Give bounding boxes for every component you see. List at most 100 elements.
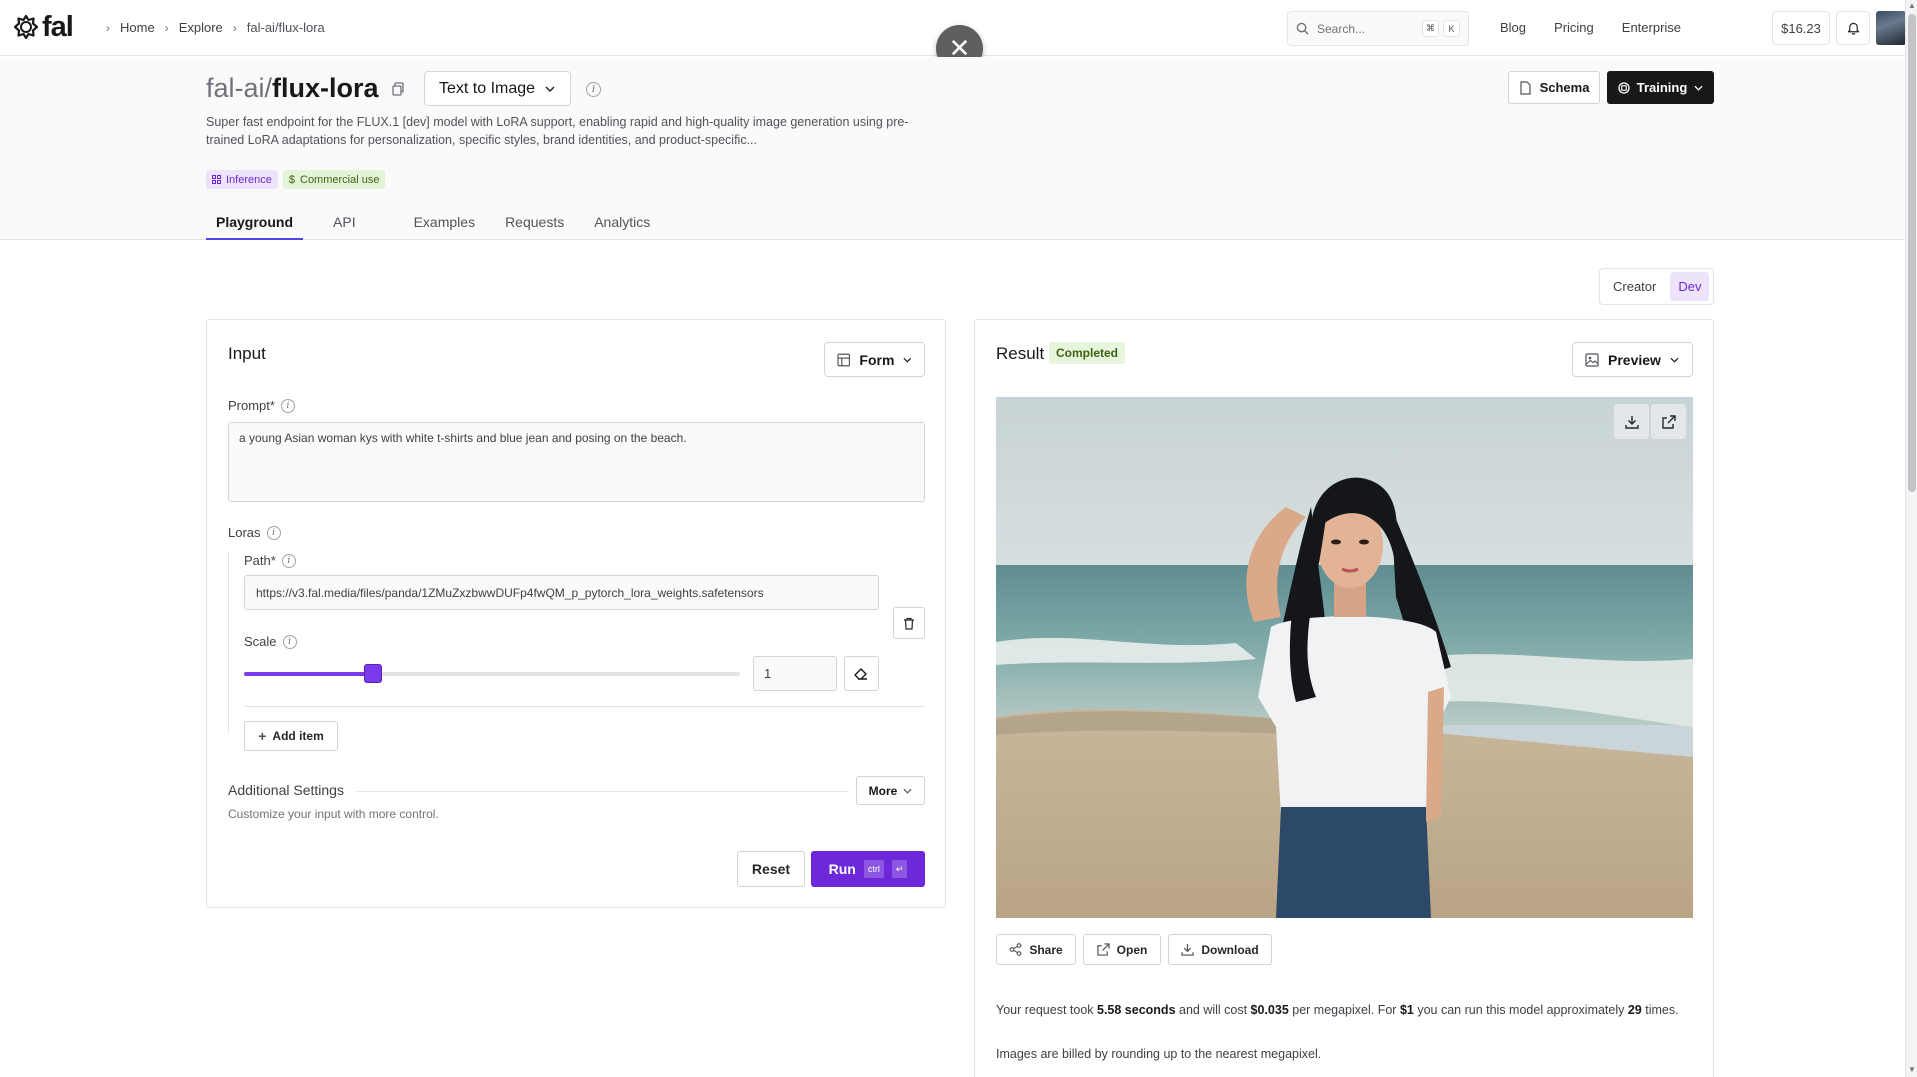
reset-button[interactable]: Reset (737, 851, 805, 887)
scale-label: Scale i (244, 634, 297, 649)
loras-label-text: Loras (228, 525, 261, 540)
breadcrumb-explore[interactable]: Explore (179, 20, 223, 35)
dollar-amount: $1 (1399, 1003, 1414, 1017)
kbd-cmd: ⌘ (1422, 20, 1439, 37)
scrollbar-thumb[interactable] (1908, 14, 1916, 492)
avatar[interactable] (1876, 11, 1906, 45)
scroll-up-icon[interactable]: ▲ (1908, 2, 1916, 10)
tab-playground[interactable]: Playground (206, 210, 304, 240)
kbd-ctrl: ctrl (863, 860, 884, 878)
breadcrumb-current[interactable]: fal-ai/flux-lora (247, 20, 325, 35)
billing-note: Images are billed by rounding up to the … (996, 1047, 1322, 1061)
logo-text: fal (42, 11, 74, 43)
chevron-down-icon (545, 85, 555, 92)
chevron-down-icon (1694, 85, 1703, 91)
mode-dev[interactable]: Dev (1670, 272, 1710, 301)
credit-balance[interactable]: $16.23 (1772, 11, 1830, 45)
bell-icon (1847, 22, 1859, 35)
training-label: Training (1636, 80, 1688, 95)
run-button[interactable]: Run ctrl ↵ (811, 851, 925, 887)
info-icon[interactable]: i (281, 553, 296, 568)
loras-rail (228, 552, 229, 732)
fal-logo-icon (14, 15, 38, 39)
result-panel-title: Result (996, 344, 1045, 363)
model-type-select[interactable]: Text to Image (424, 71, 571, 106)
scale-slider[interactable] (244, 664, 740, 683)
nav-link-blog[interactable]: Blog (1500, 20, 1526, 35)
training-icon (1618, 81, 1630, 94)
prompt-textarea[interactable]: a young Asian woman kys with white t-shi… (228, 422, 925, 502)
share-button[interactable]: Share (996, 934, 1076, 965)
model-tabs: Playground API Examples Requests Analyti… (206, 210, 680, 240)
generated-image[interactable] (996, 397, 1693, 918)
open-label: Open (1116, 942, 1148, 957)
breadcrumb: › Home › Explore › fal-ai/flux-lora (96, 20, 325, 35)
tab-examples[interactable]: Examples (404, 210, 485, 240)
scale-input[interactable]: 1 (753, 656, 837, 691)
form-icon (837, 353, 851, 366)
share-label: Share (1029, 942, 1063, 957)
download-image-button[interactable] (1614, 404, 1649, 439)
add-item-button[interactable]: + Add item (244, 721, 338, 751)
share-icon (1009, 943, 1022, 956)
result-view-select[interactable]: Preview (1572, 342, 1693, 377)
info-icon[interactable]: i (586, 82, 601, 97)
download-button[interactable]: Download (1168, 934, 1272, 965)
input-view-select[interactable]: Form (824, 342, 925, 377)
nav-link-pricing[interactable]: Pricing (1554, 20, 1594, 35)
breadcrumb-home[interactable]: Home (120, 20, 155, 35)
run-count: 29 (1627, 1003, 1642, 1017)
scale-slider-fill (244, 672, 373, 676)
open-image-button[interactable] (1651, 404, 1686, 439)
download-icon (1624, 415, 1639, 429)
additional-settings-title: Additional Settings (228, 782, 344, 798)
trash-icon (904, 617, 914, 630)
training-button[interactable]: Training (1607, 71, 1714, 104)
scale-slider-thumb[interactable] (364, 664, 382, 683)
chevron-down-icon (903, 357, 912, 363)
search-placeholder: Search... (1317, 21, 1366, 36)
generated-image-illustration (996, 397, 1693, 918)
cost-text-1: Your request took (996, 1003, 1097, 1017)
info-icon[interactable]: i (280, 398, 295, 413)
delete-lora-button[interactable] (893, 607, 925, 639)
page-scrollbar[interactable]: ▲ ▼ (1905, 0, 1917, 1077)
notifications-button[interactable] (1836, 11, 1870, 45)
mode-toggle: Creator Dev (1599, 268, 1714, 305)
result-panel: Result Completed Preview Share Open Down… (974, 319, 1714, 1077)
additional-settings-subtitle: Customize your input with more control. (228, 807, 439, 821)
tag-inference: Inference (206, 170, 278, 189)
chevron-right-icon: › (232, 20, 237, 35)
nav-link-enterprise[interactable]: Enterprise (1622, 20, 1681, 35)
tab-analytics[interactable]: Analytics (584, 210, 660, 240)
copy-icon[interactable] (390, 81, 406, 97)
nav-links: Blog Pricing Enterprise (1500, 20, 1709, 35)
search-shortcut: ⌘ K (1422, 20, 1460, 37)
search-icon (1296, 22, 1309, 35)
more-settings-button[interactable]: More (856, 776, 925, 805)
kbd-enter: ↵ (891, 860, 908, 878)
tab-api[interactable]: API (323, 210, 366, 240)
mode-creator[interactable]: Creator (1603, 272, 1666, 301)
path-label: Path* i (244, 553, 296, 568)
fal-logo[interactable]: fal (14, 11, 74, 43)
schema-label: Schema (1539, 80, 1590, 95)
chevron-right-icon: › (164, 20, 169, 35)
kbd-k: K (1443, 20, 1460, 37)
scroll-down-icon[interactable]: ▼ (1908, 1066, 1916, 1074)
info-icon[interactable]: i (266, 525, 281, 540)
tab-requests[interactable]: Requests (495, 210, 574, 240)
input-panel-title: Input (228, 344, 266, 363)
price-per-megapixel: $0.035 (1250, 1003, 1289, 1017)
divider (244, 706, 925, 707)
lora-path-input[interactable]: https://v3.fal.media/files/panda/1ZMuZxz… (244, 575, 879, 610)
scale-label-text: Scale (244, 634, 277, 649)
schema-button[interactable]: Schema (1508, 71, 1600, 104)
open-button[interactable]: Open (1083, 934, 1161, 965)
info-icon[interactable]: i (282, 634, 297, 649)
chevron-right-icon: › (106, 20, 110, 35)
reset-scale-button[interactable] (844, 656, 879, 691)
dollar-icon: $ (288, 173, 295, 186)
prompt-label: Prompt* i (228, 398, 295, 413)
search-input[interactable]: Search... ⌘ K (1287, 11, 1469, 46)
